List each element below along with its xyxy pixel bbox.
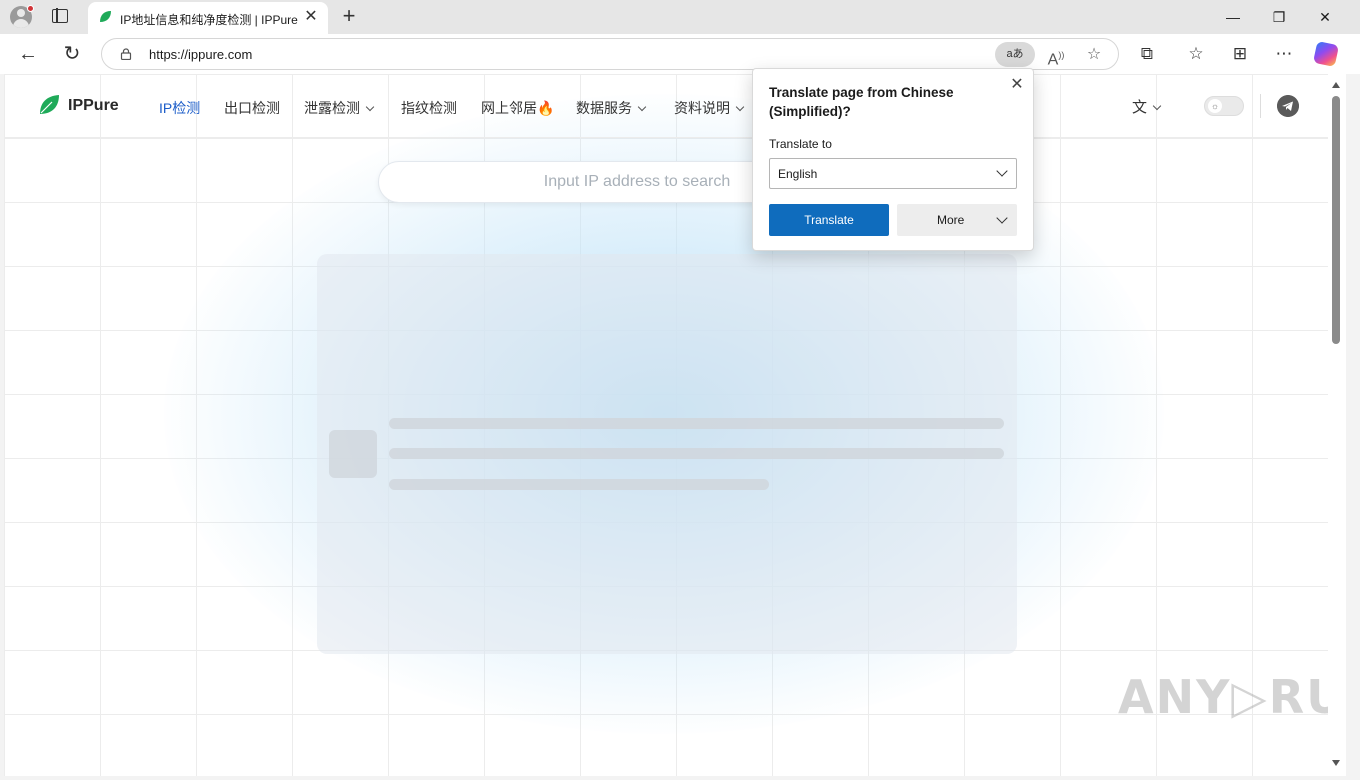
logo-text[interactable]: IPPure bbox=[68, 97, 119, 115]
theme-toggle[interactable]: ☼ bbox=[1204, 96, 1244, 116]
skeleton-avatar bbox=[329, 430, 377, 478]
nav-neighbors[interactable]: 网上邻居🔥 bbox=[481, 98, 554, 118]
site-header: IPPure IP检测 出口检测 泄露检测 指纹检测 网上邻居🔥 数据服务 资料… bbox=[4, 74, 1328, 138]
language-switch-icon[interactable]: 文 bbox=[1132, 96, 1162, 117]
browser-toolbar: ← ↻ https://ippure.com aあ A)) ☆ ⧉ ☆ ⊞ ⋯ bbox=[0, 34, 1360, 74]
nav-ip-check[interactable]: IP检测 bbox=[159, 98, 200, 118]
nav-data-services-label: 数据服务 bbox=[576, 100, 632, 116]
header-divider bbox=[1260, 94, 1261, 118]
favorite-star-icon[interactable]: ☆ bbox=[1083, 44, 1105, 66]
active-tab[interactable]: IP地址信息和纯净度检测 | IPPure ✕ bbox=[88, 2, 328, 34]
chevron-down-icon bbox=[996, 212, 1008, 224]
address-bar[interactable]: https://ippure.com aあ A)) ☆ bbox=[101, 38, 1119, 70]
loading-card bbox=[317, 254, 1017, 654]
nav-leak-check-label: 泄露检测 bbox=[304, 100, 360, 116]
more-button[interactable]: More bbox=[897, 204, 1017, 236]
selected-language: English bbox=[778, 167, 818, 181]
favorites-icon[interactable]: ☆ bbox=[1185, 43, 1207, 65]
chevron-down-icon bbox=[637, 102, 647, 112]
copilot-icon[interactable] bbox=[1312, 40, 1340, 68]
anyrun-watermark: ANY▷RUN bbox=[1118, 670, 1328, 724]
nav-exit-check[interactable]: 出口检测 bbox=[224, 98, 280, 118]
scroll-up-icon[interactable] bbox=[1332, 82, 1340, 88]
lock-icon[interactable] bbox=[120, 48, 132, 60]
translate-to-label: Translate to bbox=[769, 137, 832, 151]
translate-popup-title: Translate page from Chinese (Simplified)… bbox=[769, 85, 954, 119]
nav-docs[interactable]: 资料说明 bbox=[674, 98, 745, 118]
restore-button[interactable]: ❐ bbox=[1264, 6, 1294, 28]
back-icon[interactable]: ← bbox=[16, 42, 40, 66]
tab-title: IP地址信息和纯净度检测 | IPPure bbox=[120, 13, 298, 27]
chevron-down-icon bbox=[1152, 101, 1162, 111]
ippure-leaf-icon[interactable] bbox=[38, 94, 60, 116]
page-viewport: IPPure IP检测 出口检测 泄露检测 指纹检测 网上邻居🔥 数据服务 资料… bbox=[4, 74, 1328, 776]
close-icon[interactable]: ✕ bbox=[1007, 75, 1027, 95]
page-scrollbar[interactable] bbox=[1328, 74, 1346, 776]
scroll-down-icon[interactable] bbox=[1332, 760, 1340, 766]
tab-strip: IP地址信息和纯净度检测 | IPPure ✕ + — ❐ ✕ bbox=[0, 0, 1360, 34]
flame-icon: 🔥 bbox=[537, 100, 555, 116]
telegram-icon[interactable] bbox=[1277, 95, 1299, 117]
new-tab-button[interactable]: + bbox=[338, 5, 360, 27]
profile-notification-dot bbox=[27, 5, 34, 12]
nav-neighbors-label: 网上邻居 bbox=[481, 100, 537, 116]
nav-data-services[interactable]: 数据服务 bbox=[576, 98, 647, 118]
skeleton-line bbox=[389, 418, 1004, 429]
sun-icon: ☼ bbox=[1208, 99, 1222, 113]
chevron-down-icon bbox=[365, 102, 375, 112]
nav-fingerprint-check[interactable]: 指纹检测 bbox=[401, 98, 457, 118]
chevron-down-icon bbox=[996, 165, 1008, 177]
translate-popup: Translate page from Chinese (Simplified)… bbox=[752, 68, 1034, 251]
translate-button[interactable]: Translate bbox=[769, 204, 889, 236]
skeleton-line bbox=[389, 479, 769, 490]
more-icon[interactable]: ⋯ bbox=[1273, 43, 1295, 65]
scroll-thumb[interactable] bbox=[1332, 96, 1340, 344]
tab-close-icon[interactable]: ✕ bbox=[302, 8, 320, 26]
close-window-button[interactable]: ✕ bbox=[1310, 6, 1340, 28]
language-select[interactable]: English bbox=[769, 158, 1017, 189]
extensions-icon[interactable]: ⧉ bbox=[1136, 43, 1158, 65]
more-button-label: More bbox=[937, 213, 965, 227]
collections-icon[interactable]: ⊞ bbox=[1229, 43, 1251, 65]
read-aloud-icon[interactable]: A)) bbox=[1045, 44, 1067, 68]
tab-actions-icon[interactable] bbox=[52, 8, 68, 23]
nav-leak-check[interactable]: 泄露检测 bbox=[304, 98, 375, 118]
minimize-button[interactable]: — bbox=[1218, 6, 1248, 28]
nav-docs-label: 资料说明 bbox=[674, 100, 730, 116]
translate-page-icon[interactable]: aあ bbox=[995, 42, 1035, 67]
ippure-leaf-icon bbox=[100, 11, 111, 22]
skeleton-line bbox=[389, 448, 1004, 459]
url-text[interactable]: https://ippure.com bbox=[149, 47, 252, 62]
refresh-icon[interactable]: ↻ bbox=[60, 42, 84, 66]
chevron-down-icon bbox=[735, 102, 745, 112]
